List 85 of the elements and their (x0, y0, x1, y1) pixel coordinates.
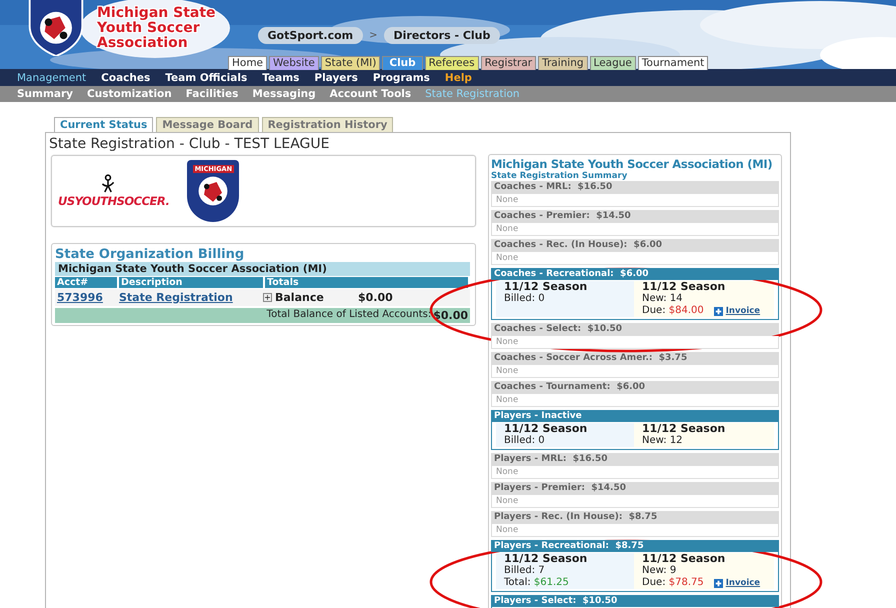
season-label: 11/12 Season (504, 281, 588, 293)
page-title: State Registration - Club - TEST LEAGUE (48, 135, 330, 154)
balance-amount: $0.00 (358, 291, 393, 304)
section-tab[interactable]: Referees (424, 56, 479, 70)
page-tab[interactable]: Registration History (262, 117, 394, 132)
total-amount: $0.00 (433, 309, 468, 322)
season-stat: New: 9 (642, 565, 676, 577)
section-tab[interactable]: League (590, 56, 636, 70)
season-stat: Billed: 0 (504, 435, 546, 447)
fee-header: Players - Recreational: $8.75 (491, 540, 779, 552)
empty-note: None (491, 466, 779, 479)
season-stat: Billed: 7 (504, 565, 546, 577)
balance-label: Balance (275, 291, 325, 304)
section-tab[interactable]: Website (269, 56, 319, 70)
submenu-item[interactable]: Summary (17, 88, 74, 100)
season-stat: New: 14 (642, 293, 683, 305)
menu-item[interactable]: Coaches (101, 72, 150, 84)
fee-header: Players - Inactive (491, 410, 779, 422)
player-figure-icon (100, 174, 116, 194)
logo-wordmark: USYOUTHSOCCER. (58, 194, 170, 208)
submenu-item[interactable]: Customization (87, 88, 172, 100)
season-label: 11/12 Season (642, 281, 726, 293)
breadcrumb-link[interactable]: GotSport.com (258, 26, 364, 44)
empty-note: None (491, 394, 779, 407)
menu-item[interactable]: Team Officials (165, 72, 248, 84)
description-link[interactable]: State Registration (117, 291, 261, 304)
organization-name: Youth Soccer (97, 21, 201, 36)
section-tab[interactable]: Tournament (638, 56, 708, 70)
plus-icon (714, 306, 723, 316)
section-tab[interactable]: Home (228, 56, 268, 70)
breadcrumb-link[interactable]: Directors - Club (384, 26, 500, 44)
account-link[interactable]: 573996 (55, 291, 117, 304)
empty-note: None (491, 223, 779, 236)
shield-logo-icon (27, 0, 85, 56)
section-tab[interactable]: State (MI) (320, 56, 380, 70)
menu-item[interactable]: Players (314, 72, 358, 84)
invoice-link[interactable]: Invoice (726, 305, 760, 317)
season-label: 11/12 Season (642, 553, 726, 565)
season-label: 11/12 Season (504, 553, 588, 565)
fee-header: Coaches - Premier: $14.50 (491, 210, 779, 223)
fee-header: Players - Rec. (In House): $8.75 (491, 511, 779, 524)
panel-title: Michigan State Youth Soccer Association (MI) (491, 157, 774, 171)
fee-header: Players - MRL: $16.50 (491, 453, 779, 466)
season-stat: Total: $61.25 (504, 577, 570, 589)
fee-header: Coaches - Tournament: $6.00 (491, 381, 779, 394)
season-label: 11/12 Season (504, 423, 588, 435)
total-label: Total Balance of Listed Accounts: (266, 309, 432, 322)
plus-icon (714, 578, 723, 588)
page-tab[interactable]: Message Board (156, 117, 259, 132)
empty-note: None (491, 524, 779, 537)
empty-note: None (491, 252, 779, 265)
organization-name: Association (97, 36, 189, 51)
expand-button[interactable]: + (263, 293, 272, 302)
empty-note: None (491, 365, 779, 378)
empty-note: None (491, 194, 779, 207)
organization-row: Michigan State Youth Soccer Association (MI) (55, 262, 470, 276)
menu-item[interactable]: Teams (262, 72, 300, 84)
section-tab[interactable]: Training (538, 56, 588, 70)
panel-subtitle: State Registration Summary (491, 171, 628, 181)
organization-name: Michigan State (97, 6, 216, 21)
season-stat: Due: $78.75 (642, 577, 704, 589)
page-tab[interactable]: Current Status (54, 117, 154, 132)
season-label: 11/12 Season (642, 423, 726, 435)
breadcrumb-separator: > (369, 30, 378, 40)
season-stat: Due: $84.00 (642, 305, 704, 317)
submenu-item[interactable]: Account Tools (330, 88, 412, 100)
menu-item[interactable]: Help (444, 72, 472, 84)
season-stat: New: 12 (642, 435, 683, 447)
menu-item[interactable]: Programs (372, 72, 430, 84)
panel-title: State Organization Billing (55, 247, 246, 262)
invoice-link[interactable]: Invoice (726, 577, 760, 589)
fee-header: Players - Select: $10.50 (491, 595, 779, 607)
empty-note: None (491, 495, 779, 508)
fee-header: Coaches - Recreational: $6.00 (491, 268, 779, 280)
fee-header: Coaches - Rec. (In House): $6.00 (491, 239, 779, 252)
menu-item[interactable]: Management (17, 72, 86, 84)
fee-header: Coaches - MRL: $16.50 (491, 181, 779, 194)
submenu-item[interactable]: Facilities (186, 88, 238, 100)
season-stat: Billed: 0 (504, 293, 546, 305)
fee-header: Coaches - Select: $10.50 (491, 323, 779, 336)
fee-header: Coaches - Soccer Across Amer.: $3.75 (491, 352, 779, 365)
fee-header: Players - Premier: $14.50 (491, 482, 779, 495)
empty-note: None (491, 336, 779, 349)
section-tab[interactable]: Registrar (480, 56, 536, 70)
submenu-item[interactable]: Messaging (252, 88, 316, 100)
